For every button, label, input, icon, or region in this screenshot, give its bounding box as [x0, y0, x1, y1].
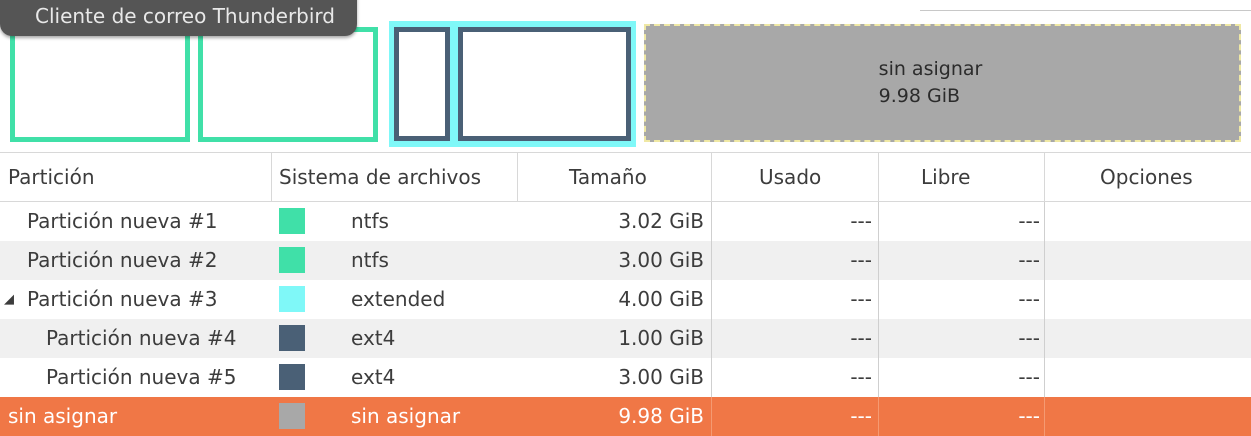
table-row[interactable]: Partición nueva #4 ext4 1.00 GiB --- ---: [0, 319, 1251, 358]
fs-color-swatch: [279, 325, 305, 351]
cell-divider: [1044, 280, 1045, 319]
used-value: ---: [850, 209, 872, 233]
table-row[interactable]: Partición nueva #1 ntfs 3.02 GiB --- ---: [0, 202, 1251, 241]
table-row[interactable]: Partición nueva #2 ntfs 3.00 GiB --- ---: [0, 241, 1251, 280]
cell-divider: [878, 397, 879, 436]
partition-block-2[interactable]: [198, 27, 378, 142]
free-value: ---: [1018, 209, 1040, 233]
column-separator: [517, 153, 518, 201]
unallocated-block-label: sin asignar: [878, 58, 983, 80]
partition-size: 4.00 GiB: [618, 287, 704, 311]
table-row[interactable]: ◢ Partición nueva #3 extended 4.00 GiB -…: [0, 280, 1251, 319]
column-separator: [1044, 153, 1045, 201]
unallocated-block-text: sin asignar 9.98 GiB: [879, 56, 983, 110]
partition-table-header: Partición Sistema de archivos Tamaño Usa…: [0, 152, 1251, 202]
cell-divider: [1044, 202, 1045, 241]
tooltip: Cliente de correo Thunderbird: [0, 0, 357, 36]
expander-triangle-icon[interactable]: ◢: [4, 280, 14, 319]
column-separator: [878, 153, 879, 201]
partition-map: sin asignar 9.98 GiB Cliente de correo T…: [0, 0, 1251, 152]
cell-divider: [711, 397, 712, 436]
partition-name: Partición nueva #3: [27, 287, 218, 311]
cell-divider: [1044, 241, 1045, 280]
cell-divider: [711, 280, 712, 319]
free-value: ---: [1018, 404, 1040, 428]
column-header-free[interactable]: Libre: [921, 153, 970, 201]
column-header-partition[interactable]: Partición: [8, 153, 95, 201]
cell-divider: [711, 241, 712, 280]
partition-size: 3.00 GiB: [618, 248, 704, 272]
partition-name: Partición nueva #1: [27, 209, 218, 233]
filesystem-name: ext4: [351, 326, 396, 350]
fs-color-swatch: [279, 364, 305, 390]
unallocated-block[interactable]: sin asignar 9.98 GiB: [644, 24, 1241, 142]
cell-divider: [878, 202, 879, 241]
cell-divider: [711, 358, 712, 397]
cell-divider: [878, 280, 879, 319]
fs-color-swatch: [279, 208, 305, 234]
used-value: ---: [850, 326, 872, 350]
table-row[interactable]: Partición nueva #5 ext4 3.00 GiB --- ---: [0, 358, 1251, 397]
partition-name: Partición nueva #2: [27, 248, 218, 272]
column-header-filesystem[interactable]: Sistema de archivos: [279, 153, 481, 201]
free-value: ---: [1018, 248, 1040, 272]
used-value: ---: [850, 404, 872, 428]
filesystem-name: ext4: [351, 365, 396, 389]
cell-divider: [1044, 319, 1045, 358]
partition-size: 3.00 GiB: [618, 365, 704, 389]
cell-divider: [1044, 358, 1045, 397]
cell-divider: [711, 319, 712, 358]
used-value: ---: [850, 365, 872, 389]
cell-divider: [878, 241, 879, 280]
partition-size: 3.02 GiB: [618, 209, 704, 233]
free-value: ---: [1018, 287, 1040, 311]
filesystem-name: ntfs: [351, 248, 389, 272]
fs-color-swatch: [279, 247, 305, 273]
cell-divider: [878, 319, 879, 358]
map-top-divider: [920, 10, 1251, 11]
filesystem-name: ntfs: [351, 209, 389, 233]
partition-block-5[interactable]: [458, 27, 631, 141]
column-header-options[interactable]: Opciones: [1100, 153, 1193, 201]
table-row-selected[interactable]: sin asignar sin asignar 9.98 GiB --- ---: [0, 397, 1251, 436]
partition-name: Partición nueva #5: [46, 365, 237, 389]
fs-color-swatch: [279, 286, 305, 312]
partition-name: sin asignar: [8, 404, 118, 428]
partition-name: Partición nueva #4: [46, 326, 237, 350]
cell-divider: [1044, 397, 1045, 436]
partition-block-4[interactable]: [394, 27, 450, 141]
column-separator: [711, 153, 712, 201]
free-value: ---: [1018, 326, 1040, 350]
partition-size: 1.00 GiB: [618, 326, 704, 350]
free-value: ---: [1018, 365, 1040, 389]
unallocated-block-size: 9.98 GiB: [878, 85, 961, 107]
column-header-used[interactable]: Usado: [759, 153, 821, 201]
used-value: ---: [850, 287, 872, 311]
partition-size: 9.98 GiB: [618, 404, 704, 428]
fs-color-swatch: [279, 403, 305, 429]
cell-divider: [878, 358, 879, 397]
partition-block-1[interactable]: [10, 27, 190, 142]
used-value: ---: [850, 248, 872, 272]
filesystem-name: sin asignar: [351, 404, 461, 428]
cell-divider: [711, 202, 712, 241]
column-header-size[interactable]: Tamaño: [569, 153, 647, 201]
filesystem-name: extended: [351, 287, 446, 311]
column-separator: [271, 153, 272, 201]
